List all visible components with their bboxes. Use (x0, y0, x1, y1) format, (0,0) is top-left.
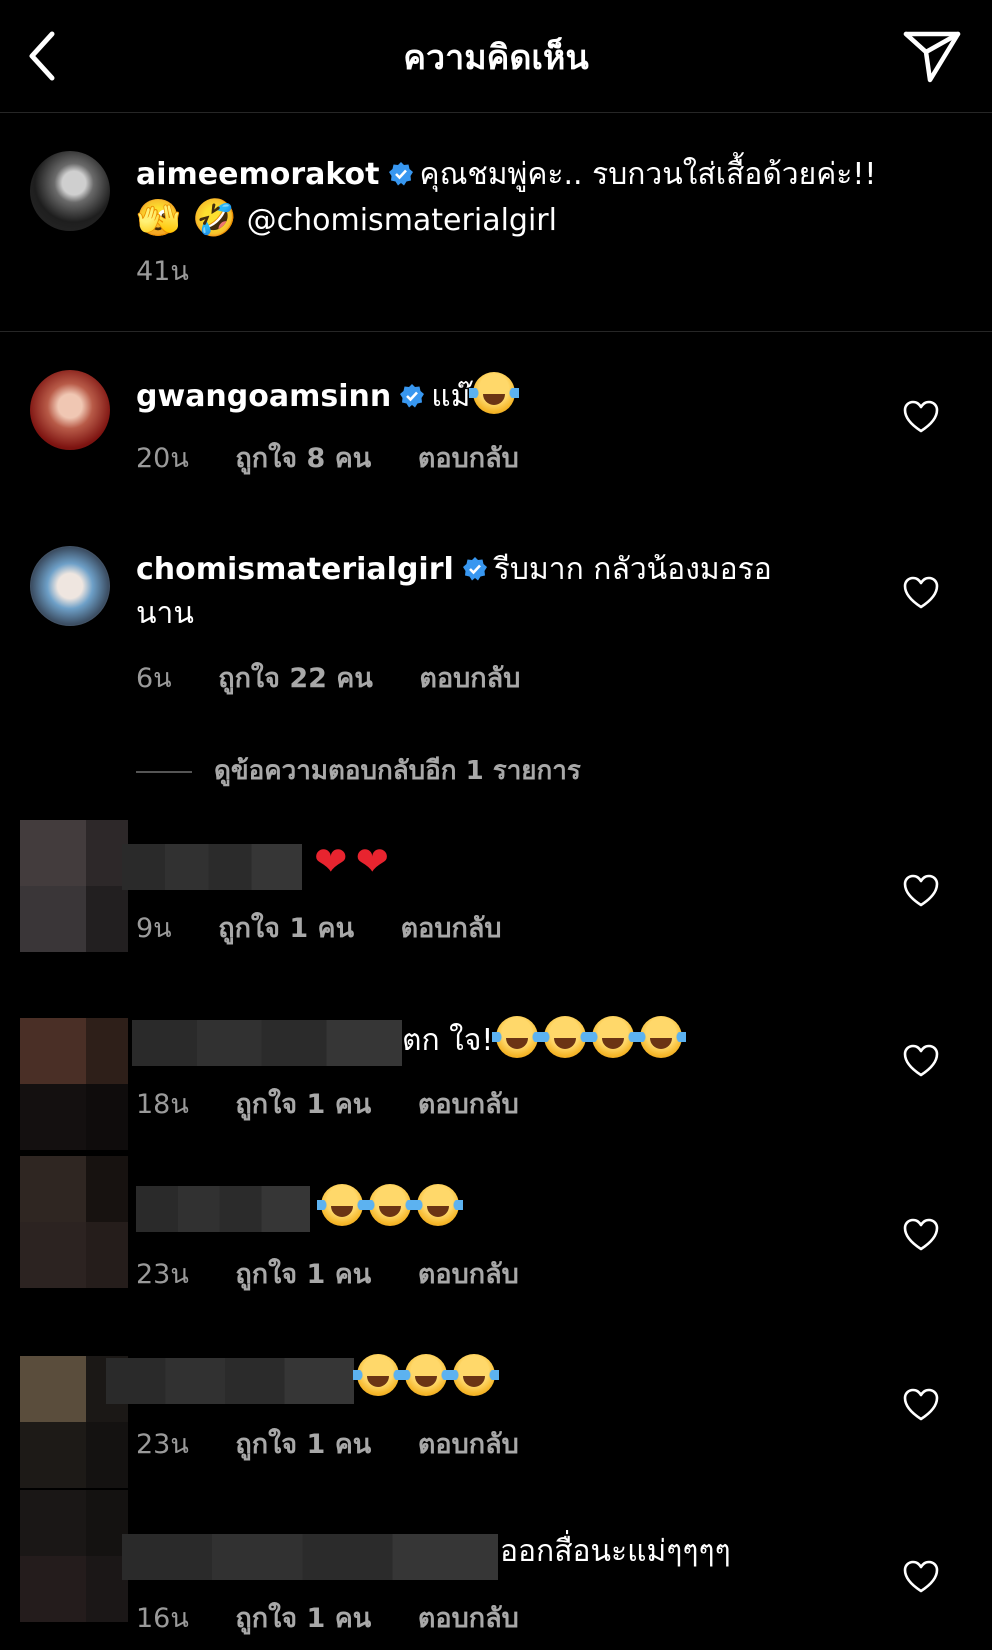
heart-outline-icon[interactable] (903, 400, 939, 434)
timestamp: 20น (136, 443, 189, 474)
share-button[interactable] (900, 26, 964, 86)
comment-meta: 20น ถูกใจ 8 คน ตอบกลับ (136, 436, 557, 479)
comment-meta: 18น ถูกใจ 1 คน ตอบกลับ (136, 1082, 557, 1125)
likes-count[interactable]: ถูกใจ 1 คน (235, 1089, 371, 1120)
laughing-emoji (413, 1184, 463, 1226)
blurred-username (136, 1186, 310, 1232)
red-heart-emoji: ❤ (355, 839, 390, 885)
avatar[interactable] (30, 370, 110, 450)
username[interactable]: chomismaterialgirl (136, 552, 454, 587)
avatar[interactable] (30, 546, 110, 626)
timestamp: 9น (136, 913, 172, 944)
reply-button[interactable]: ตอบกลับ (418, 1603, 519, 1634)
caption-emoji: 🫣 🤣 (136, 198, 238, 239)
comment-text: chomismaterialgirl รีบมาก กลัวน้องมอรอ นา… (136, 548, 936, 636)
heart-outline-icon[interactable] (903, 1218, 939, 1252)
timestamp: 16น (136, 1603, 189, 1634)
heart-outline-icon[interactable] (903, 874, 939, 908)
comment-meta: 6น ถูกใจ 22 คน ตอบกลับ (136, 656, 558, 699)
laughing-emoji (449, 1354, 499, 1396)
likes-count[interactable]: ถูกใจ 1 คน (218, 913, 354, 944)
reply-button[interactable]: ตอบกลับ (418, 1429, 519, 1460)
laughing-emoji (588, 1016, 639, 1058)
verified-badge-icon (462, 557, 487, 581)
caption-text: aimeemorakot คุณชมพู่คะ.. รบกวนใส่เสื้อด้… (136, 153, 936, 243)
divider-line (136, 770, 192, 773)
comment-meta: 9น ถูกใจ 1 คน ตอบกลับ (136, 906, 540, 949)
comment-body: ตก ใจ! (402, 1023, 494, 1058)
timestamp: 23น (136, 1259, 189, 1290)
verified-badge-icon (388, 162, 413, 186)
page-title: ความคิดเห็น (403, 38, 589, 78)
blurred-username (122, 1534, 498, 1580)
header-bar: ความคิดเห็น (0, 0, 992, 113)
blurred-username (122, 844, 302, 890)
blurred-username (132, 1020, 402, 1066)
comment-meta: 23น ถูกใจ 1 คน ตอบกลับ (136, 1422, 557, 1465)
likes-count[interactable]: ถูกใจ 8 คน (235, 443, 371, 474)
timestamp: 23น (136, 1429, 189, 1460)
timestamp: 6น (136, 663, 172, 694)
likes-count[interactable]: ถูกใจ 22 คน (218, 663, 373, 694)
laughing-emoji (365, 1184, 415, 1226)
post-caption: aimeemorakot คุณชมพู่คะ.. รบกวนใส่เสื้อด้… (0, 113, 992, 332)
comment-text (317, 1184, 992, 1231)
likes-count[interactable]: ถูกใจ 1 คน (235, 1429, 371, 1460)
comment-text: ❤ ❤ (310, 840, 992, 888)
comment-meta: 16น ถูกใจ 1 คน ตอบกลับ (136, 1596, 557, 1639)
timestamp: 18น (136, 1089, 189, 1120)
timestamp: 41น (136, 256, 189, 287)
laughing-emoji (317, 1184, 367, 1226)
laughing-emoji (401, 1354, 451, 1396)
comment-meta: 23น ถูกใจ 1 คน ตอบกลับ (136, 1252, 557, 1295)
avatar[interactable] (20, 1018, 128, 1150)
comment-text: gwangoamsinn แม๊ (136, 372, 936, 419)
heart-outline-icon[interactable] (903, 1388, 939, 1422)
heart-outline-icon[interactable] (903, 1044, 939, 1078)
laughing-emoji (636, 1016, 687, 1058)
comment-body: รีบมาก กลัวน้องมอรอ (493, 552, 772, 587)
heart-outline-icon[interactable] (903, 576, 939, 610)
avatar[interactable] (20, 820, 128, 952)
caption-line1: คุณชมพู่คะ.. รบกวนใส่เสื้อด้วยค่ะ!! (419, 157, 877, 192)
laughing-emoji (492, 1016, 543, 1058)
view-replies-label: ดูข้อความตอบกลับอีก 1 รายการ (214, 756, 581, 786)
username[interactable]: aimeemorakot (136, 157, 380, 192)
paper-plane-icon (903, 31, 961, 83)
reply-button[interactable]: ตอบกลับ (418, 1259, 519, 1290)
avatar[interactable] (20, 1490, 128, 1622)
mention-link[interactable]: @chomismaterialgirl (247, 203, 557, 238)
comment-body-line2: นาน (136, 596, 194, 631)
comment-body: แม๊ (431, 379, 471, 414)
reply-button[interactable]: ตอบกลับ (418, 1089, 519, 1120)
avatar[interactable] (30, 151, 110, 231)
blurred-username (106, 1358, 354, 1404)
username[interactable]: gwangoamsinn (136, 379, 391, 414)
laughing-emoji (353, 1354, 403, 1396)
reply-button[interactable]: ตอบกลับ (418, 443, 519, 474)
avatar[interactable] (20, 1156, 128, 1288)
likes-count[interactable]: ถูกใจ 1 คน (235, 1259, 371, 1290)
red-heart-emoji: ❤ (314, 839, 348, 885)
reply-button[interactable]: ตอบกลับ (401, 913, 502, 944)
view-replies-button[interactable]: ดูข้อความตอบกลับอีก 1 รายการ (136, 750, 581, 790)
comment-body: ออกสื่อนะแม่ๆๆๆๆ (500, 1534, 731, 1569)
laughing-emoji (540, 1016, 591, 1058)
comment-text (353, 1354, 992, 1401)
caption-meta: 41น (136, 249, 227, 292)
likes-count[interactable]: ถูกใจ 1 คน (235, 1603, 371, 1634)
laughing-emoji (469, 372, 520, 414)
verified-badge-icon (400, 384, 425, 408)
reply-button[interactable]: ตอบกลับ (419, 663, 520, 694)
heart-outline-icon[interactable] (903, 1560, 939, 1594)
